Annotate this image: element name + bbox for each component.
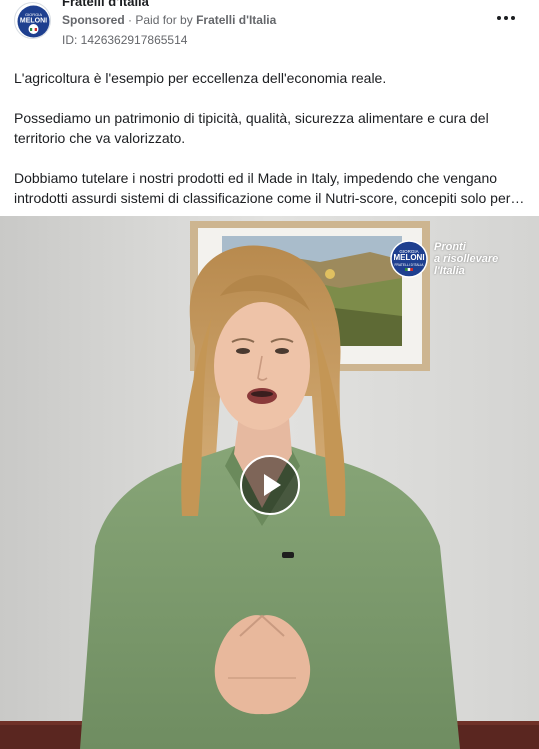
giorgia-meloni-logo-icon: GIORGIA MELONI — [17, 5, 50, 38]
avatar-logo-line-1: GIORGIA — [25, 12, 42, 17]
play-icon — [264, 474, 281, 496]
body-paragraph-2: Possediamo un patrimonio di tipicità, qu… — [14, 108, 530, 148]
watermark-line-2: a risollevare — [434, 253, 499, 265]
play-button[interactable] — [240, 455, 300, 515]
sponsored-label: Sponsored — [62, 13, 125, 27]
more-dot — [511, 16, 515, 20]
body-paragraph-3-line-2: introdotti assurdi sistemi di classifica… — [14, 190, 525, 206]
body-paragraph-3: Dobbiamo tutelare i nostri prodotti ed i… — [14, 168, 530, 208]
watermark-line-3: l'Italia — [434, 265, 465, 277]
page-avatar[interactable]: GIORGIA MELONI — [14, 2, 51, 39]
giorgia-meloni-logo-icon: GIORGIA MELONI FRATELLI D'ITALIA — [390, 240, 428, 278]
face — [214, 302, 310, 430]
more-horizontal-icon — [497, 16, 501, 20]
payer-name[interactable]: Fratelli d'Italia — [196, 13, 276, 27]
more-dot — [504, 16, 508, 20]
avatar-logo-line-2: MELONI — [20, 18, 47, 25]
sponsored-line: Sponsored · Paid for by Fratelli d'Itali… — [62, 13, 276, 27]
watermark-logo-line-2: MELONI — [393, 253, 424, 262]
ad-id: ID: 1426362917865514 — [62, 33, 188, 47]
video-player[interactable]: GIORGIA MELONI FRATELLI D'ITALIA Pronti … — [0, 216, 539, 749]
body-paragraph-3-line-1: Dobbiamo tutelare i nostri prodotti ed i… — [14, 170, 498, 186]
video-watermark: GIORGIA MELONI FRATELLI D'ITALIA Pronti … — [389, 236, 539, 286]
ad-body-text: L'agricoltura è l'esempio per eccellenza… — [14, 68, 530, 208]
meta-separator: · — [128, 13, 133, 27]
page-name[interactable]: Fratelli d'Italia — [62, 0, 149, 9]
more-options-button[interactable] — [492, 6, 520, 30]
body-paragraph-2-line-2: territorio che va valorizzato. — [14, 130, 186, 146]
ad-header: GIORGIA MELONI Fratelli d'Italia Sponsor… — [0, 0, 539, 58]
body-paragraph-2-line-1: Possediamo un patrimonio di tipicità, qu… — [14, 110, 489, 126]
watermark-logo-line-3: FRATELLI D'ITALIA — [395, 263, 425, 267]
paid-for-label: Paid for by — [135, 13, 193, 27]
watermark-line-1: Pronti — [434, 241, 466, 253]
body-paragraph-1: L'agricoltura è l'esempio per eccellenza… — [14, 70, 387, 86]
